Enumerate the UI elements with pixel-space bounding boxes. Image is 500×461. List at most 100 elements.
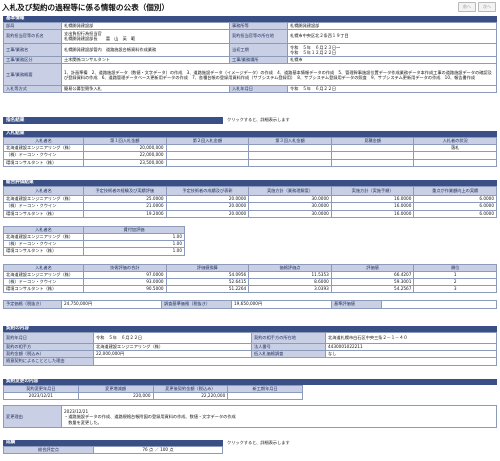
- koki-value: 令和 ５年 ６月２３日～ 令和 ５年１２月２２日: [287, 42, 497, 58]
- score-cell: 51.2264: [165, 285, 250, 294]
- col-header: 実施方針（実施手順）: [330, 185, 415, 197]
- aite-shozaichi-value: 北海道札幌市白石区中央三条２－１－４０: [325, 332, 497, 344]
- shozaichi-value: 札幌市中央区北２条西１９丁目: [287, 29, 497, 44]
- table-row: （株）ドーコン・クウイン 1.00: [3, 240, 185, 249]
- bid-amount-1: 23,500,000: [83, 158, 167, 167]
- next-button[interactable]: 次へ: [478, 2, 496, 12]
- eval-table-1: 入札者名 予定技術者の経験及び実績評価 予定技術者の成績及び表彰 実施方針（業務…: [3, 185, 497, 218]
- kijun-value: [381, 300, 497, 309]
- gyomumei-value: 札幌開発建設部管内 道路施設台帳資料作成業務: [61, 42, 230, 58]
- bidder-status: 落札: [413, 144, 497, 153]
- basho-value: 札幌市: [287, 56, 497, 65]
- nyusatsuhoshiki-label: 入札等方式: [3, 85, 62, 94]
- col-header: 技術評価の合計: [83, 263, 167, 272]
- eval-table-3: 入札者名 技術評価の合計 評価値換算 価格評価点 評価値 順位 北海道建設エンジ…: [3, 263, 497, 294]
- keiyakutanto-label: 契約担当官等の氏名: [3, 29, 62, 44]
- gaiyo-value: 1、計画準備 2、道路施設データ（数値・文字データ）の作成 3、道路施設データ（…: [61, 63, 497, 87]
- score-cell: 54.2567: [330, 285, 415, 294]
- col-header: 予定技術者の経験及び実績評価: [83, 185, 167, 197]
- new-term-date: [227, 392, 303, 401]
- nengappi-value: 令和 ５年 ６月２２日: [93, 332, 252, 344]
- aite-label: 契約の相手方: [3, 342, 94, 352]
- bidder-name: 環境コンサルタント（株）: [3, 285, 84, 294]
- rank-cell: 2: [413, 278, 497, 287]
- gyomumei-label: 工事/業務名: [3, 42, 62, 58]
- table-row: 北海道建設エンジニアリング（株） 1.00: [3, 232, 185, 242]
- riyu-value: 2023/12/21 ・道路施設データの作成、道路規格台帳附図の登録用資料の作成…: [61, 405, 497, 429]
- seiseki-label: 総合評定点: [3, 446, 94, 455]
- nyusatsubi-value: 令和 ５年 ６月２２日: [287, 85, 497, 94]
- table-row: 環境コンサルタント（株） 23,500,000: [3, 158, 497, 167]
- shozaichi-label: 契約担当官等の所在地: [229, 29, 288, 44]
- shimei-header[interactable]: 指名結果: [3, 117, 223, 124]
- seiseki-table: 総合評定点 76 点 ／ 100 点: [3, 446, 223, 455]
- change-amount: 220,000: [77, 392, 154, 401]
- score-cell: 1.00: [83, 247, 185, 256]
- score-cell: 8.6000: [248, 278, 332, 287]
- bidder-name: （株）ドーコン・クウイン: [3, 202, 84, 211]
- teikakaku-value: なし: [325, 350, 497, 359]
- bidder-name: （株）ドーコン・クウイン: [3, 240, 84, 249]
- contract-table: 契約年月日 令和 ５年 ６月２２日 契約の相手方の所在地 北海道札幌市白石区中央…: [3, 332, 497, 366]
- col-header: 評価値換算: [165, 263, 250, 272]
- jimusho-label: 事務所等: [229, 21, 288, 31]
- score-cell: 6.0000: [413, 209, 497, 218]
- koki-label: 当初工期: [229, 42, 288, 58]
- score-cell: 11.5353: [248, 270, 332, 280]
- shimei-bar-table: 指名結果 クリックすると、詳細表示します: [3, 117, 497, 124]
- bid-amount-3: [248, 144, 332, 153]
- bid-amount-3: [248, 151, 332, 160]
- score-cell: 93.0000: [83, 278, 167, 287]
- title-bar: 入札及び契約の過程等に係る情報の公表（個別） 前へ 次へ: [2, 2, 498, 15]
- col-header: 入札者の状況: [413, 136, 497, 146]
- score-cell: 6.0000: [413, 202, 497, 211]
- bid-results-table: 入札者名 第１回入札金額 第２回入札金額 第３回入札金額 見積金額 入札者の状況…: [3, 136, 497, 167]
- col-header: 重点が作業額向上の実績: [413, 185, 497, 197]
- aite-shozaichi-label: 契約の相手方の所在地: [251, 332, 326, 344]
- page-nav: 前へ 次へ: [458, 2, 496, 12]
- score-cell: 1.00: [83, 240, 185, 249]
- bidder-status: [413, 151, 497, 160]
- score-cell: 16.0000: [330, 195, 415, 204]
- bidder-name: 北海道建設エンジニアリング（株）: [3, 144, 84, 153]
- chosa-label: 調査基準価格（税抜き）: [161, 300, 232, 309]
- estimate-amount: [330, 158, 415, 167]
- score-cell: 54.0956: [165, 270, 250, 280]
- bidder-name: 環境コンサルタント（株）: [3, 158, 84, 167]
- score-cell: 16.0000: [330, 202, 415, 211]
- price-table: 予定価格（税抜き） 24,750,000円 調査基準価格（税抜き） 19,650…: [3, 300, 497, 309]
- zuii-value: [93, 357, 497, 366]
- estimate-amount: [330, 151, 415, 160]
- score-cell: 3.0393: [248, 285, 332, 294]
- jimusho-value: 札幌開発建設部: [287, 21, 497, 31]
- col-header: 第１回入札金額: [83, 136, 167, 146]
- teikakaku-label: 低入札価格調査: [251, 350, 326, 359]
- col-header: 新工期年月日: [227, 384, 303, 394]
- rank-cell: 3: [413, 285, 497, 294]
- prev-button[interactable]: 前へ: [458, 2, 476, 12]
- score-cell: 25.0000: [83, 195, 167, 204]
- score-cell: 1.00: [83, 232, 185, 242]
- score-cell: 59.3001: [330, 278, 415, 287]
- change-reason-table: 変更理由 2023/12/21 ・道路施設データの作成、道路規格台帳附図の登録用…: [3, 405, 497, 429]
- keiyakutanto-value: 支出負担行為担当官 札幌開発建設部長 富 山 英 範: [61, 29, 230, 44]
- col-header: 入札者名: [3, 225, 84, 235]
- yotei-label: 予定価格（税抜き）: [3, 300, 62, 309]
- col-header: 変更増減額: [77, 384, 154, 394]
- score-cell: 20.0000: [165, 195, 250, 204]
- col-header: 賃付加評価: [83, 225, 185, 235]
- chosa-value: 19,650,000円: [231, 300, 332, 309]
- seiseki-note: クリックすると、詳細表示します: [227, 440, 290, 445]
- bidder-name: 北海道建設エンジニアリング（株）: [3, 270, 84, 280]
- page-title: 入札及び契約の過程等に係る情報の公表（個別）: [2, 3, 170, 12]
- score-cell: 21.0000: [83, 202, 167, 211]
- table-row: （株）ドーコン・クウイン 93.0000 52.6415 8.6000 59.3…: [3, 278, 497, 287]
- bid-amount-1: 20,000,000: [83, 144, 167, 153]
- col-header: 評価値: [330, 263, 415, 272]
- table-row: 北海道建設エンジニアリング（株） 25.0000 20.0000 30.0000…: [3, 195, 497, 204]
- change-table: 契約変更年月日 変更増減額 変更後契約金額（税込み） 新工期年月日 2023/1…: [3, 384, 303, 401]
- score-cell: 30.0000: [248, 209, 332, 218]
- basho-label: 工事/業務場所: [229, 56, 288, 65]
- table-row: （株）ドーコン・クウイン 22,000,000: [3, 151, 497, 160]
- col-header: 入札者名: [3, 263, 84, 272]
